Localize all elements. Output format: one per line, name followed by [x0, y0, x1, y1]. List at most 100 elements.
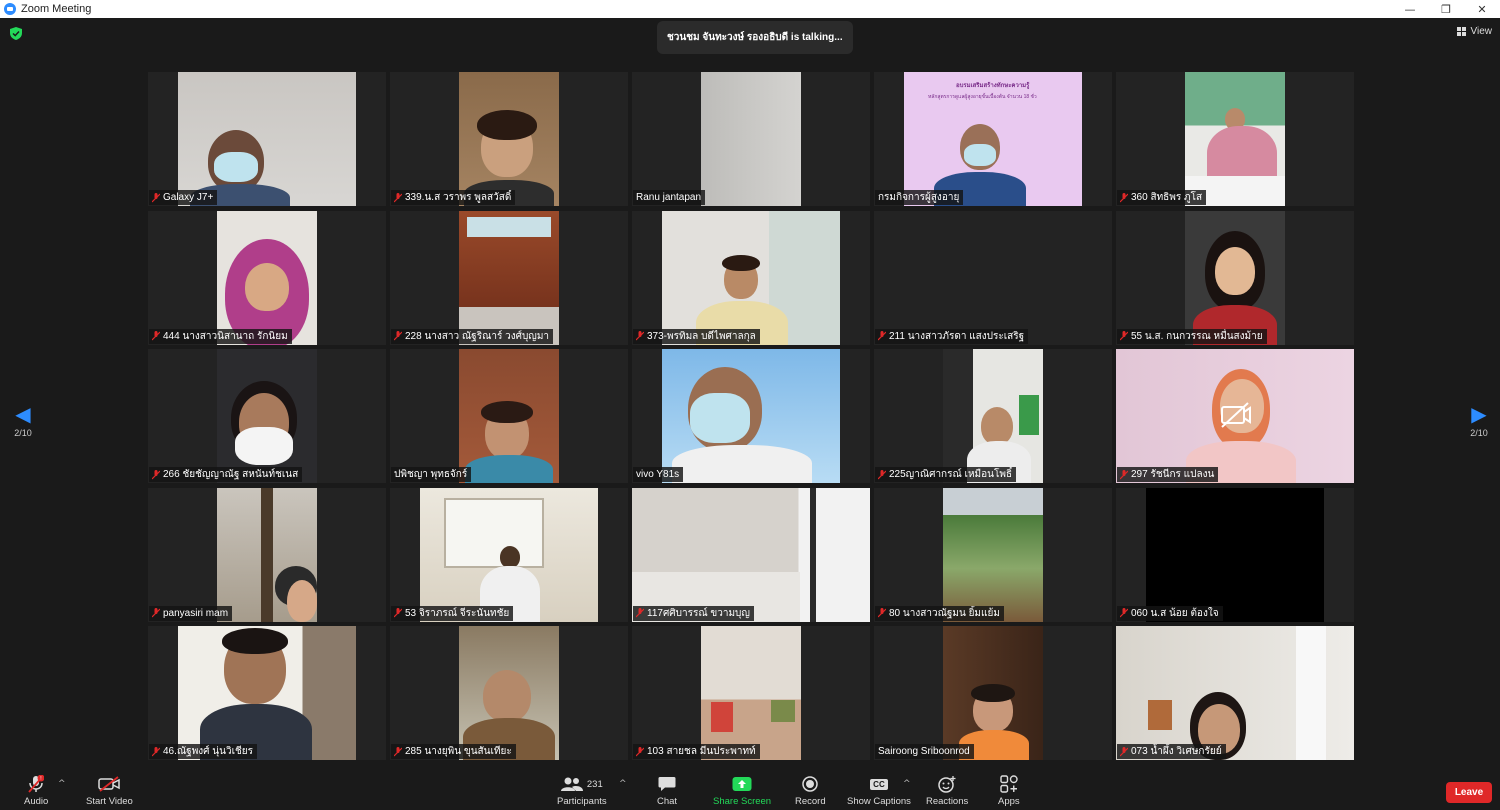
encryption-shield-icon[interactable]: [10, 27, 22, 40]
gallery-view-icon: [1456, 27, 1466, 36]
share-screen-button[interactable]: Share Screen: [713, 775, 771, 807]
video-tile[interactable]: 297 รัชนีกร แปลงน: [1116, 349, 1354, 483]
arrow-left-icon: ◀: [15, 402, 31, 426]
video-tile[interactable]: ปพิชญา พุทธจักร์: [390, 349, 628, 483]
view-button[interactable]: View: [1456, 26, 1492, 37]
page-indicator-right: 2/10: [1470, 428, 1488, 438]
participant-name-bar: Sairoong Sriboonrod: [875, 744, 974, 759]
video-feed: [1185, 72, 1285, 206]
video-tile[interactable]: 117ศศิบารรณ์ ขวามบุญ: [632, 487, 870, 622]
video-tile[interactable]: 360 สิทธิพร ภูโส: [1116, 72, 1354, 206]
video-feed: [662, 349, 840, 483]
video-feed: [459, 349, 559, 483]
participants-label: Participants: [557, 796, 607, 807]
muted-mic-icon: [1120, 746, 1128, 756]
audio-options-caret[interactable]: ^: [58, 779, 66, 789]
participant-name-bar: 297 รัชนีกร แปลงน: [1117, 467, 1219, 482]
apps-label: Apps: [998, 796, 1020, 807]
video-tile[interactable]: 339.น.ส วราพร พูลสวัสดิ์: [390, 72, 628, 206]
apps-button[interactable]: Apps: [998, 775, 1020, 807]
active-speaker-banner: ชวนชม จันทะวงษ์ รองอธิบดี is talking...: [657, 21, 853, 54]
video-tile[interactable]: 060 น.ส น้อย ต้องใจ: [1116, 487, 1354, 622]
video-feed: อบรมเสริมสร้างทักษะความรู้ หลักสูตรการดู…: [904, 72, 1082, 206]
audio-button[interactable]: ! Audio: [24, 775, 48, 807]
video-feed: [217, 487, 317, 622]
muted-mic-icon: [878, 608, 886, 618]
muted-mic-icon: [152, 192, 160, 202]
participants-button[interactable]: 231 Participants: [557, 775, 607, 807]
show-captions-button[interactable]: CC Show Captions: [847, 775, 911, 807]
video-feed: [662, 210, 840, 345]
video-feed: [1146, 487, 1324, 622]
participants-icon-row: 231: [560, 775, 603, 793]
restore-button[interactable]: ❐: [1428, 0, 1464, 18]
minimize-button[interactable]: —: [1392, 0, 1428, 18]
video-tile[interactable]: 103 สายชล มีนประพาทท์: [632, 626, 870, 760]
participant-name: 266 ชัยชัญญาณัฐ สหนันท์ชเนส: [163, 469, 299, 480]
captions-options-caret[interactable]: ^: [903, 779, 911, 789]
previous-page-button[interactable]: ◀ 2/10: [8, 403, 38, 438]
audio-alert-badge: !: [40, 776, 41, 782]
video-feed: [178, 72, 356, 206]
video-tile[interactable]: Galaxy J7+: [148, 72, 386, 206]
video-tile[interactable]: 444 นางสาวนิสานาถ รักนิยม: [148, 210, 386, 345]
video-tile[interactable]: 228 นางสาว ณัฐริณาร์ วงศ์บุญมา: [390, 210, 628, 345]
video-tile[interactable]: 53 จิราภรณ์ จีระนันทชัย: [390, 487, 628, 622]
video-feed: [459, 626, 559, 760]
meeting-toolbar: ! Audio ^ Start Video 231 Participants ^…: [0, 768, 1500, 810]
video-tile[interactable]: 80 นางสาวณัฐมน ยิ้มแย้ม: [874, 487, 1112, 622]
muted-mic-icon: [1120, 331, 1128, 341]
participant-name-bar: 373-พรทิมล บดีไพศาลกุล: [633, 328, 760, 344]
video-tile[interactable]: 225ญาณิศากรณ์ เหมือนโพธิ์: [874, 349, 1112, 483]
muted-mic-icon: [152, 331, 160, 341]
participant-name-bar: 360 สิทธิพร ภูโส: [1117, 190, 1207, 205]
participant-name: 225ญาณิศากรณ์ เหมือนโพธิ์: [889, 469, 1013, 480]
reactions-smiley-icon: [938, 775, 956, 793]
video-tile[interactable]: panyasiri mam: [148, 487, 386, 622]
arrow-right-icon: ▶: [1471, 402, 1487, 426]
video-tile[interactable]: 46.ณัฐพงศ์ นุ่นวิเชียร: [148, 626, 386, 760]
meeting-stage: ชวนชม จันทะวงษ์ รองอธิบดี is talking... …: [0, 18, 1500, 810]
video-tile[interactable]: 073 น้ำผึ้ง วิเศษกรัยย์: [1116, 626, 1354, 760]
muted-mic-icon: [394, 192, 402, 202]
participant-name: Ranu jantapan: [636, 192, 702, 203]
participant-name-bar: 285 นางยุพิน ขุนสันเทียะ: [391, 744, 516, 759]
video-tile[interactable]: vivo Y81s: [632, 349, 870, 483]
video-feed: [1116, 626, 1354, 760]
chat-button[interactable]: Chat: [657, 775, 677, 807]
video-tile[interactable]: อบรมเสริมสร้างทักษะความรู้ หลักสูตรการดู…: [874, 72, 1112, 206]
next-page-button[interactable]: ▶ 2/10: [1464, 403, 1494, 438]
video-tile[interactable]: Sairoong Sriboonrod: [874, 626, 1112, 760]
participant-name-bar: 060 น.ส น้อย ต้องใจ: [1117, 605, 1223, 621]
video-feed: [701, 626, 801, 760]
start-video-button[interactable]: Start Video: [86, 775, 133, 807]
muted-mic-icon: [152, 608, 160, 618]
participant-name-bar: กรมกิจการผู้สูงอายุ: [875, 190, 964, 205]
leave-button[interactable]: Leave: [1446, 782, 1492, 803]
participant-name-bar: 444 นางสาวนิสานาถ รักนิยม: [149, 328, 292, 344]
audio-label: Audio: [24, 796, 49, 807]
participant-name: Sairoong Sriboonrod: [878, 746, 970, 757]
close-button[interactable]: ✕: [1464, 0, 1500, 18]
participant-name-bar: Galaxy J7+: [149, 190, 218, 205]
video-tile[interactable]: 373-พรทิมล บดีไพศาลกุล: [632, 210, 870, 345]
reactions-button[interactable]: Reactions: [926, 775, 968, 807]
participant-name-bar: 211 นางสาวภัรดา แสงประเสริฐ: [875, 328, 1029, 344]
video-tile[interactable]: Ranu jantapan: [632, 72, 870, 206]
video-off-icon: [1221, 402, 1251, 428]
chat-bubble-icon: [658, 775, 676, 793]
show-captions-label: Show Captions: [847, 796, 911, 807]
participant-name: ปพิชญา พุทธจักร์: [394, 469, 468, 480]
record-button[interactable]: Record: [795, 775, 826, 807]
participants-options-caret[interactable]: ^: [619, 779, 627, 789]
participant-name: 444 นางสาวนิสานาถ รักนิยม: [163, 330, 288, 342]
participant-name-bar: 103 สายชล มีนประพาทท์: [633, 744, 760, 759]
muted-mic-icon: [636, 608, 644, 618]
video-feed: [1116, 349, 1354, 483]
video-tile[interactable]: 266 ชัยชัญญาณัฐ สหนันท์ชเนส: [148, 349, 386, 483]
video-tile[interactable]: 55 น.ส. กนกวรรณ หมื่นสงม้าย: [1116, 210, 1354, 345]
participant-name: 55 น.ส. กนกวรรณ หมื่นสงม้าย: [1131, 330, 1263, 342]
video-tile[interactable]: 211 นางสาวภัรดา แสงประเสริฐ: [874, 210, 1112, 345]
muted-mic-icon: [394, 746, 402, 756]
video-tile[interactable]: 285 นางยุพิน ขุนสันเทียะ: [390, 626, 628, 760]
